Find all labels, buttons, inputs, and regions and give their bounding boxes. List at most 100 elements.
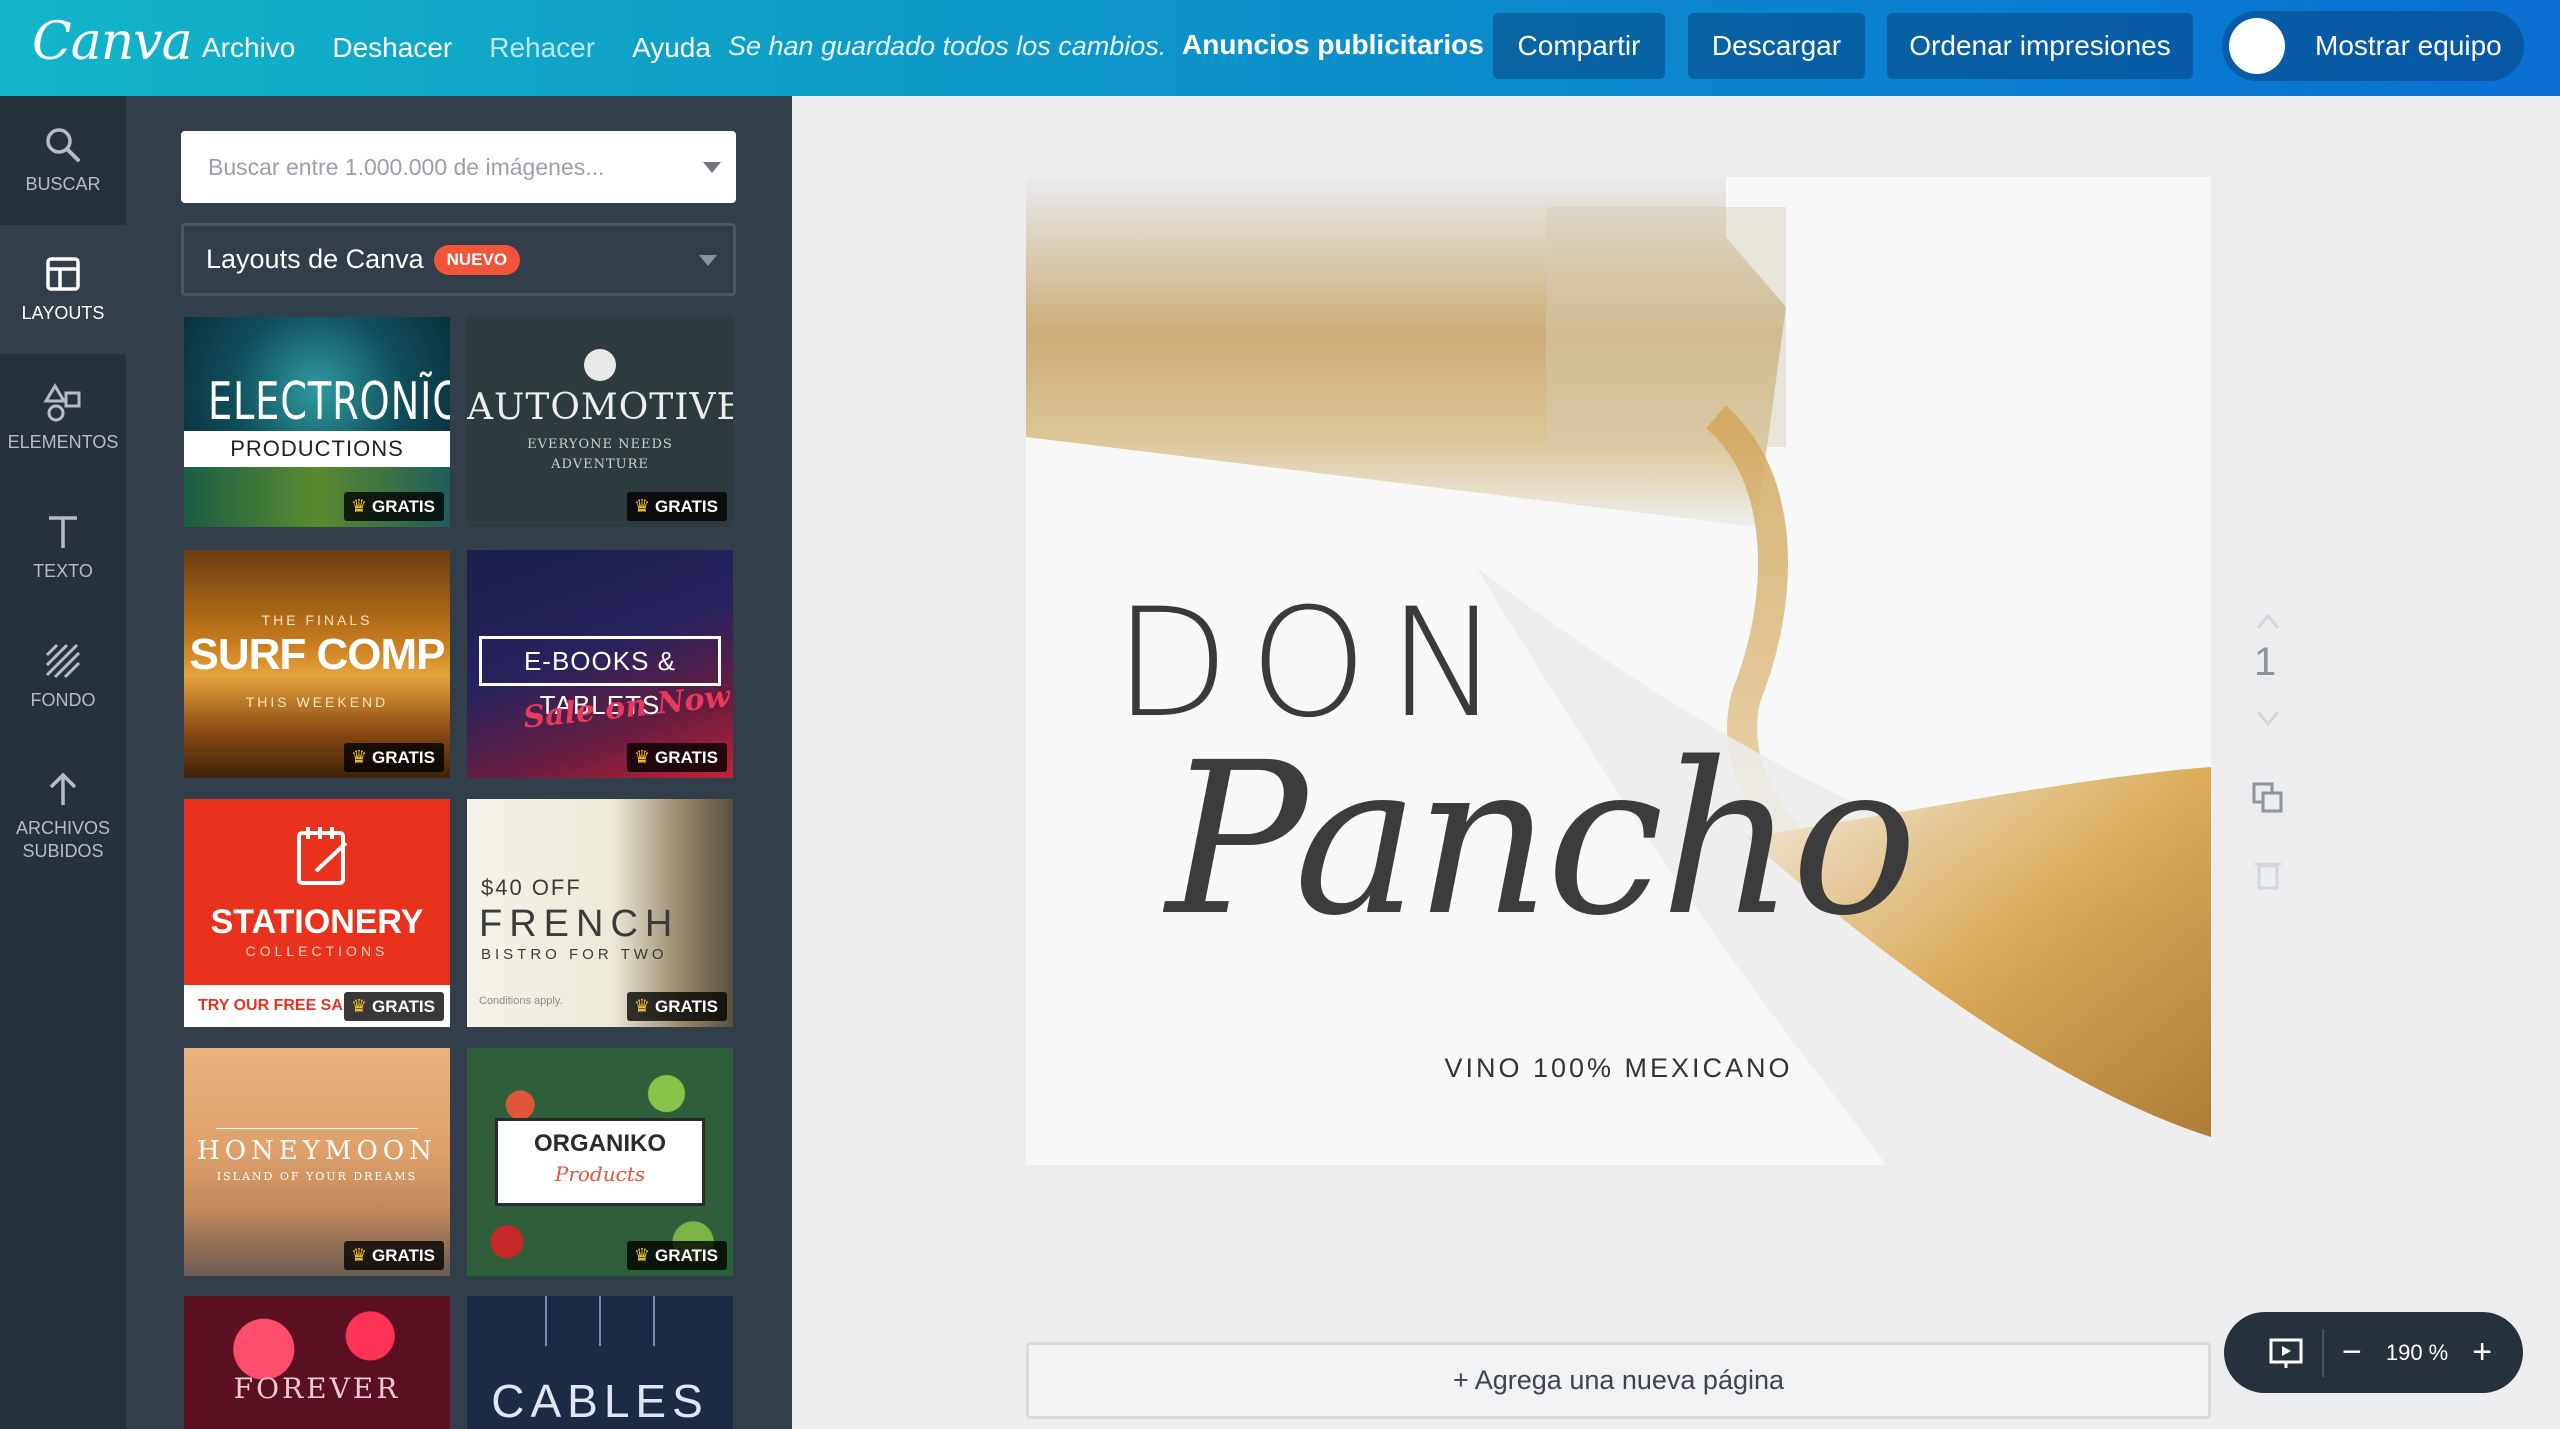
free-badge: ♛ GRATIS bbox=[626, 743, 727, 772]
crown-icon: ♛ bbox=[633, 996, 651, 1016]
thumb-subtitle: Products bbox=[554, 1162, 646, 1186]
design-script-title[interactable]: Pancho bbox=[1166, 717, 1918, 962]
rail-text[interactable]: TEXTO bbox=[0, 483, 126, 612]
layout-thumb-forever[interactable]: FOREVER bbox=[184, 1296, 450, 1429]
layout-source-select[interactable]: Layouts de Canva NUEVO bbox=[181, 223, 736, 296]
crown-icon: ♛ bbox=[350, 996, 368, 1016]
thumb-title: ORGANIKO bbox=[534, 1130, 666, 1157]
rail-uploads[interactable]: ARCHIVOS SUBIDOS bbox=[0, 741, 126, 891]
thumb-top: THE FINALS bbox=[261, 612, 373, 628]
rail-elements[interactable]: ELEMENTOS bbox=[0, 354, 126, 483]
zoom-level: 190 % bbox=[2385, 1339, 2449, 1365]
design-canvas[interactable]: DON Pancho VINO 100% MEXICANO bbox=[1026, 177, 2211, 1165]
chevron-down-icon[interactable] bbox=[699, 255, 717, 266]
background-pattern-icon bbox=[45, 643, 81, 679]
thumb-subtitle: BISTRO FOR TWO bbox=[481, 946, 668, 963]
rail-elements-label: ELEMENTOS bbox=[7, 432, 119, 452]
crown-icon: ♛ bbox=[350, 496, 368, 516]
image-search-input[interactable] bbox=[208, 153, 678, 181]
tire-icon bbox=[584, 349, 616, 381]
layout-source-label: Layouts de Canva bbox=[206, 244, 424, 274]
layout-thumb-honeymoon[interactable]: HONEYMOON ISLAND OF YOUR DREAMS ♛ GRATIS bbox=[184, 1048, 450, 1276]
top-bar: Canva Archivo Deshacer Rehacer Ayuda Se … bbox=[0, 0, 2560, 96]
menu-rehacer[interactable]: Rehacer bbox=[489, 32, 595, 64]
layout-thumb-french[interactable]: $40 OFF FRENCH BISTRO FOR TWO Conditions… bbox=[467, 799, 733, 1027]
add-page-button[interactable]: + Agrega una nueva página bbox=[1026, 1342, 2211, 1419]
crown-icon: ♛ bbox=[633, 496, 651, 516]
crown-icon: ♛ bbox=[350, 1245, 368, 1265]
thumb-title: HONEYMOON bbox=[197, 1136, 437, 1166]
page-number: 1 bbox=[2254, 640, 2277, 684]
thumb-title: AUTOMOTIVE bbox=[467, 387, 733, 428]
free-badge: ♛ GRATIS bbox=[343, 1241, 444, 1270]
rail-uploads-label-1: ARCHIVOS bbox=[15, 818, 111, 838]
rail-uploads-label-2: SUBIDOS bbox=[22, 841, 104, 861]
free-badge: ♛ GRATIS bbox=[626, 992, 727, 1021]
thumb-subtitle: COLLECTIONS bbox=[245, 943, 389, 959]
thumb-title: ELECTRONĨCA bbox=[207, 372, 450, 432]
menu-ayuda[interactable]: Ayuda bbox=[632, 32, 711, 64]
show-team-label: Mostrar equipo bbox=[2315, 30, 2502, 61]
zoom-in-button[interactable]: + bbox=[2472, 1333, 2492, 1372]
menu-archivo[interactable]: Archivo bbox=[202, 32, 295, 64]
text-icon bbox=[49, 516, 77, 548]
crown-icon: ♛ bbox=[633, 747, 651, 767]
cable-line bbox=[599, 1296, 601, 1346]
thumb-subtitle: EVERYONE NEEDS bbox=[527, 437, 673, 452]
layout-thumb-ebooks[interactable]: E-BOOKS & TABLETS Sale on Now ♛ GRATIS bbox=[467, 550, 733, 778]
download-button[interactable]: Descargar bbox=[1688, 13, 1865, 79]
design-type-title: Anuncios publicitarios bbox=[1182, 29, 1484, 60]
thumb-subtitle-2: ADVENTURE bbox=[551, 457, 649, 472]
thumb-title: SURF COMP bbox=[189, 630, 446, 679]
move-down-icon[interactable] bbox=[2250, 700, 2286, 736]
canva-logo[interactable]: Canva bbox=[32, 12, 193, 72]
design-tagline[interactable]: VINO 100% MEXICANO bbox=[1026, 1053, 2211, 1084]
free-badge: ♛ GRATIS bbox=[626, 1241, 727, 1270]
left-rail: BUSCAR LAYOUTS ELEMENTOS TEXTO FONDO ARC… bbox=[0, 96, 126, 1429]
share-button[interactable]: Compartir bbox=[1493, 13, 1665, 79]
layout-thumb-electronica[interactable]: ELECTRONĨCA PRODUCTIONS ♛GRATIS bbox=[184, 317, 450, 527]
image-search-box[interactable] bbox=[181, 131, 736, 203]
move-up-icon[interactable] bbox=[2250, 604, 2286, 640]
rail-background[interactable]: FONDO bbox=[0, 612, 126, 741]
layouts-panel: Layouts de Canva NUEVO ELECTRONĨCA PRODU… bbox=[126, 96, 792, 1429]
divider bbox=[216, 1128, 418, 1129]
thumb-title: E-BOOKS & TABLETS bbox=[479, 636, 721, 720]
new-badge: NUEVO bbox=[433, 244, 521, 275]
layout-thumb-stationery[interactable]: STATIONERY COLLECTIONS TRY OUR FREE SA ♛… bbox=[184, 799, 450, 1027]
free-badge: ♛ GRATIS bbox=[343, 743, 444, 772]
layout-thumb-organiko[interactable]: ORGANIKO Products ♛ GRATIS bbox=[467, 1048, 733, 1276]
layout-thumb-cables[interactable]: CABLES bbox=[467, 1296, 733, 1429]
rail-layouts[interactable]: LAYOUTS bbox=[0, 225, 126, 354]
crown-icon: ♛ bbox=[350, 747, 368, 767]
layout-thumb-automotive[interactable]: AUTOMOTIVE EVERYONE NEEDS ADVENTURE ♛ GRA… bbox=[467, 317, 733, 527]
free-badge: ♛ GRATIS bbox=[626, 492, 727, 521]
avatar bbox=[2229, 18, 2285, 74]
thumb-subtitle: ISLAND OF YOUR DREAMS bbox=[216, 1170, 418, 1183]
cable-line bbox=[545, 1296, 547, 1346]
thumb-subtitle: THIS WEEKEND bbox=[245, 694, 389, 710]
crown-icon: ♛ bbox=[633, 1245, 651, 1265]
thumb-title: FRENCH bbox=[479, 903, 680, 945]
search-icon bbox=[46, 128, 80, 162]
menu-deshacer[interactable]: Deshacer bbox=[332, 32, 452, 64]
rail-search[interactable]: BUSCAR bbox=[0, 96, 126, 225]
zoom-out-button[interactable]: − bbox=[2342, 1333, 2362, 1372]
thumb-offer: $40 OFF bbox=[481, 875, 582, 900]
show-team-button[interactable]: Mostrar equipo bbox=[2222, 11, 2524, 81]
notepad-icon bbox=[297, 827, 348, 885]
present-icon[interactable] bbox=[2268, 1335, 2304, 1371]
chevron-down-icon[interactable] bbox=[703, 162, 721, 173]
rail-layouts-label: LAYOUTS bbox=[21, 303, 105, 323]
cable-line bbox=[653, 1296, 655, 1346]
upload-arrow-icon bbox=[49, 772, 77, 805]
layout-thumb-surf[interactable]: THE FINALS SURF COMP THIS WEEKEND ♛ GRATI… bbox=[184, 550, 450, 778]
duplicate-page-icon[interactable] bbox=[2250, 780, 2286, 816]
rail-text-label: TEXTO bbox=[33, 561, 93, 581]
rail-search-label: BUSCAR bbox=[25, 174, 101, 194]
thumb-conditions: Conditions apply. bbox=[479, 995, 563, 1007]
delete-page-icon[interactable] bbox=[2250, 856, 2286, 892]
order-prints-button[interactable]: Ordenar impresiones bbox=[1887, 13, 2193, 79]
free-badge: ♛ GRATIS bbox=[343, 492, 444, 521]
thumb-title: CABLES bbox=[491, 1375, 709, 1427]
